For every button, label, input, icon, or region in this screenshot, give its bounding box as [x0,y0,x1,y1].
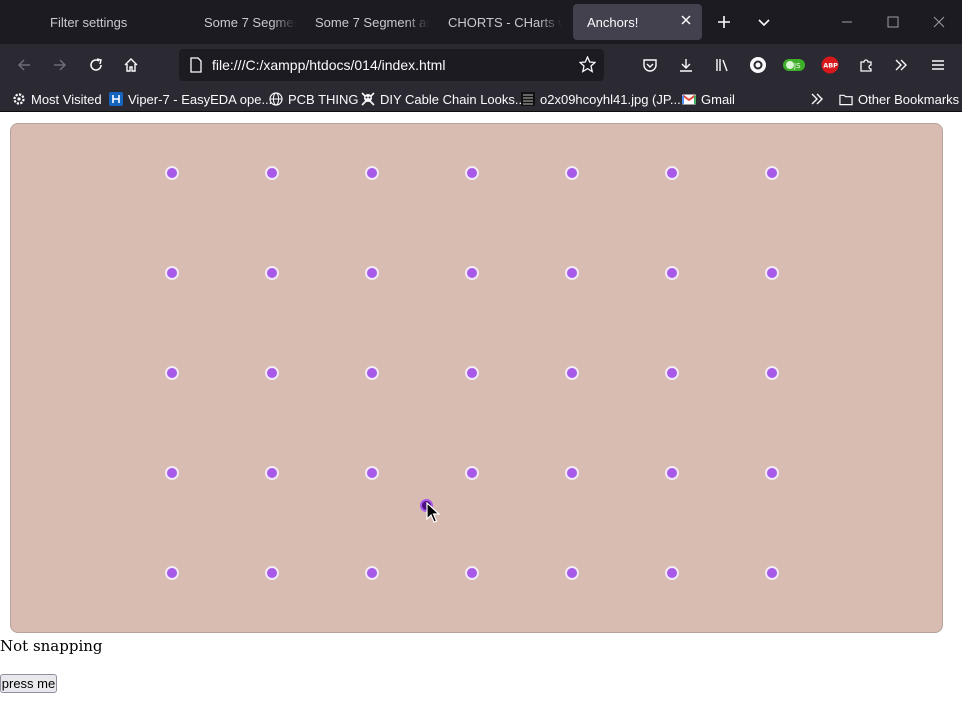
snapping-status: Not snapping [0,637,103,655]
mouse-cursor-icon [426,501,441,528]
easyeda-icon [109,92,123,106]
gmail-icon [682,92,696,106]
anchor-point[interactable] [765,266,779,280]
anchor-point[interactable] [665,266,679,280]
bookmark-label: Gmail [701,91,735,107]
anchor-point[interactable] [565,266,579,280]
anchor-point[interactable] [265,266,279,280]
gear-icon [12,92,26,106]
other-bookmarks-label: Other Bookmarks [858,91,960,107]
anchor-point[interactable] [465,466,479,480]
navigation-toolbar: file:///C:/xampp/htdocs/014/index.html J… [0,44,962,86]
anchor-point[interactable] [165,566,179,580]
skull-icon [361,92,375,106]
anchor-point[interactable] [465,366,479,380]
anchor-point[interactable] [465,166,479,180]
maximize-icon[interactable] [883,12,903,32]
back-arrow-icon[interactable] [12,53,36,77]
tab-strip: Filter settings Some 7 Segment Some 7 Se… [0,0,962,44]
home-icon[interactable] [119,53,143,77]
anchor-point[interactable] [165,366,179,380]
globe-icon [269,92,283,106]
tab-anchors[interactable]: Anchors! [573,4,702,40]
tab-label: Anchors! [587,14,639,30]
bookmark-label: DIY Cable Chain Looks... [380,91,526,107]
bookmark-jpg-image[interactable]: o2x09hcoyhl41.jpg (JP... [521,86,681,112]
bookmark-gmail[interactable]: Gmail [682,86,735,112]
tab-filter-settings[interactable]: Filter settings [36,0,186,44]
hamburger-menu-icon[interactable] [926,53,950,77]
anchor-point[interactable] [765,366,779,380]
anchor-point[interactable] [165,166,179,180]
bookmark-diy-cable-chain[interactable]: DIY Cable Chain Looks... [361,86,526,112]
tab-chorts[interactable]: CHORTS - CHarts wit [434,0,562,44]
anchor-point[interactable] [565,166,579,180]
anchor-point[interactable] [165,466,179,480]
tab-7-segment-anim[interactable]: Some 7 Segment ani [301,0,429,44]
account-icon[interactable] [746,53,770,77]
anchor-point[interactable] [665,366,679,380]
tab-7-segment[interactable]: Some 7 Segment [190,0,296,44]
anchor-point[interactable] [565,566,579,580]
bookmark-most-visited[interactable]: Most Visited [12,86,102,112]
close-tab-icon[interactable] [678,14,694,30]
pocket-icon[interactable] [638,53,662,77]
bookmarks-toolbar: Most Visited Viper-7 - EasyEDA ope... PC… [0,86,962,112]
anchor-point[interactable] [665,166,679,180]
bookmarks-overflow-chevron-icon[interactable] [809,86,825,112]
adblock-plus-icon[interactable]: ABP [818,53,842,77]
url-text: file:///C:/xampp/htdocs/014/index.html [212,57,446,73]
library-icon[interactable] [710,53,734,77]
anchor-point[interactable] [265,566,279,580]
bookmark-label: o2x09hcoyhl41.jpg (JP... [540,91,681,107]
anchor-point[interactable] [265,166,279,180]
extensions-puzzle-icon[interactable] [854,53,878,77]
anchor-point[interactable] [665,466,679,480]
anchor-point[interactable] [765,566,779,580]
bookmark-label: PCB THING [288,91,359,107]
forward-arrow-icon[interactable] [48,53,72,77]
other-bookmarks[interactable]: Other Bookmarks [839,86,959,112]
js-toggle-extension-icon[interactable]: JS [782,53,806,77]
anchor-point[interactable] [365,366,379,380]
downloads-icon[interactable] [674,53,698,77]
folder-icon [839,92,853,106]
anchor-point[interactable] [265,466,279,480]
bookmark-viper-7[interactable]: Viper-7 - EasyEDA ope... [109,86,272,112]
bookmark-pcb-thing[interactable]: PCB THING [269,86,359,112]
press-me-button[interactable]: press me [0,674,57,693]
anchor-point[interactable] [365,166,379,180]
bookmark-label: Most Visited [31,91,102,107]
anchor-point[interactable] [765,166,779,180]
anchor-canvas[interactable] [10,123,943,633]
image-icon [521,92,535,106]
list-all-tabs-icon[interactable] [754,12,774,32]
anchor-point[interactable] [465,566,479,580]
address-bar[interactable]: file:///C:/xampp/htdocs/014/index.html [179,49,604,81]
close-window-icon[interactable] [929,12,949,32]
anchor-point[interactable] [165,266,179,280]
minimize-icon[interactable] [837,12,857,32]
anchor-point[interactable] [265,366,279,380]
bookmark-label: Viper-7 - EasyEDA ope... [128,91,273,107]
bookmark-star-icon[interactable] [578,55,597,77]
more-tools-chevron-icon[interactable] [889,53,913,77]
anchor-point[interactable] [565,366,579,380]
anchor-point[interactable] [365,466,379,480]
anchor-point[interactable] [465,266,479,280]
page-icon [189,57,203,77]
anchor-point[interactable] [665,566,679,580]
tab-label: Filter settings [50,14,128,30]
anchor-point[interactable] [365,566,379,580]
anchor-point[interactable] [765,466,779,480]
anchor-point[interactable] [365,266,379,280]
abp-badge: ABP [823,62,838,70]
js-badge: JS [793,62,801,70]
reload-icon[interactable] [84,53,108,77]
new-tab-icon[interactable] [714,12,734,32]
anchor-point[interactable] [565,466,579,480]
